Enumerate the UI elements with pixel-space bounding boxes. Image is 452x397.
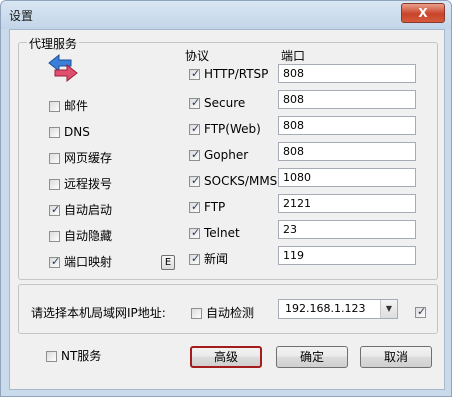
secure-checkbox[interactable]: ✓	[189, 97, 200, 109]
auto-start-check-mark: ✓	[51, 203, 61, 216]
window-title: 设置	[9, 9, 34, 23]
ftp-checkbox[interactable]: ✓	[189, 201, 200, 213]
socks-mms-port-input[interactable]: 1080	[278, 168, 416, 187]
web-cache-label: 网页缓存	[64, 151, 113, 165]
remote-dial-label: 远程拨号	[64, 177, 113, 191]
web-cache-checkbox[interactable]	[49, 153, 60, 164]
port-mapping-checkbox[interactable]: ✓	[49, 255, 61, 268]
advanced-button[interactable]: 高级	[190, 346, 262, 368]
ip-extra-checkbox[interactable]: ✓	[415, 306, 426, 318]
auto-hide-label: 自动隐藏	[64, 229, 113, 243]
telnet-port-input[interactable]: 23	[278, 220, 416, 239]
port-mapping-check-mark: ✓	[51, 255, 61, 268]
protocol-header: 协议	[185, 49, 210, 63]
secure-label: Secure	[204, 96, 246, 110]
ip-address-select[interactable]: 192.168.1.123 ▼	[278, 299, 398, 319]
ip-select-label: 请选择本机局域网IP地址:	[31, 306, 166, 320]
ip-address-value: 192.168.1.123	[285, 302, 366, 315]
auto-detect-label: 自动检测	[206, 306, 255, 320]
auto-hide-checkbox[interactable]	[49, 231, 60, 242]
dialog-client-area: 代理服务 邮件 DNS 网页缓存 远程拨号 ✓ 自动启动 自动隐藏 ✓ 端口映射…	[9, 29, 445, 390]
cancel-button[interactable]: 取消	[360, 346, 432, 368]
proxy-arrows-icon	[48, 53, 78, 83]
mail-checkbox[interactable]	[49, 101, 60, 112]
telnet-checkbox[interactable]: ✓	[189, 227, 200, 239]
ftp-web-port-input[interactable]: 808	[278, 116, 416, 135]
proxy-services-title: 代理服务	[27, 35, 80, 52]
http-rtsp-label: HTTP/RTSP	[204, 67, 269, 81]
gopher-checkbox[interactable]: ✓	[189, 149, 200, 161]
news-checkbox[interactable]: ✓	[189, 253, 200, 265]
news-port-input[interactable]: 119	[278, 246, 416, 265]
ftp-label: FTP	[204, 200, 226, 214]
ftp-web-label: FTP(Web)	[204, 122, 261, 136]
mail-label: 邮件	[64, 99, 89, 113]
close-button[interactable]: X	[401, 3, 445, 23]
telnet-label: Telnet	[204, 226, 240, 240]
secure-port-input[interactable]: 808	[278, 90, 416, 109]
nt-service-checkbox[interactable]	[46, 351, 57, 362]
proxy-services-group: 代理服务 邮件 DNS 网页缓存 远程拨号 ✓ 自动启动 自动隐藏 ✓ 端口映射…	[18, 35, 438, 280]
auto-detect-checkbox[interactable]	[191, 308, 202, 319]
ok-button[interactable]: 确定	[276, 346, 348, 368]
http-rtsp-port-input[interactable]: 808	[278, 64, 416, 83]
port-mapping-edit-button[interactable]: E	[161, 255, 175, 270]
auto-start-label: 自动启动	[64, 203, 113, 217]
dns-label: DNS	[64, 125, 90, 139]
port-mapping-label: 端口映射	[64, 255, 113, 269]
gopher-label: Gopher	[204, 148, 249, 162]
chevron-down-icon[interactable]: ▼	[380, 300, 397, 318]
ftp-web-checkbox[interactable]: ✓	[189, 123, 200, 135]
settings-window: 设置 X 代理服务 邮件 DNS 网页缓存 远程拨号 ✓ 自动启动 自动隐藏 ✓…	[0, 0, 452, 397]
news-label: 新闻	[204, 252, 229, 266]
title-bar: 设置 X	[1, 1, 451, 29]
auto-start-checkbox[interactable]: ✓	[49, 203, 61, 216]
dns-checkbox[interactable]	[49, 127, 60, 138]
gopher-port-input[interactable]: 808	[278, 142, 416, 161]
socks-mms-label: SOCKS/MMS	[204, 174, 278, 188]
nt-service-label: NT服务	[61, 349, 102, 363]
remote-dial-checkbox[interactable]	[49, 179, 60, 190]
http-rtsp-checkbox[interactable]: ✓	[189, 68, 200, 80]
ftp-port-input[interactable]: 2121	[278, 194, 416, 213]
port-header: 端口	[281, 49, 306, 63]
socks-mms-checkbox[interactable]: ✓	[189, 175, 200, 187]
